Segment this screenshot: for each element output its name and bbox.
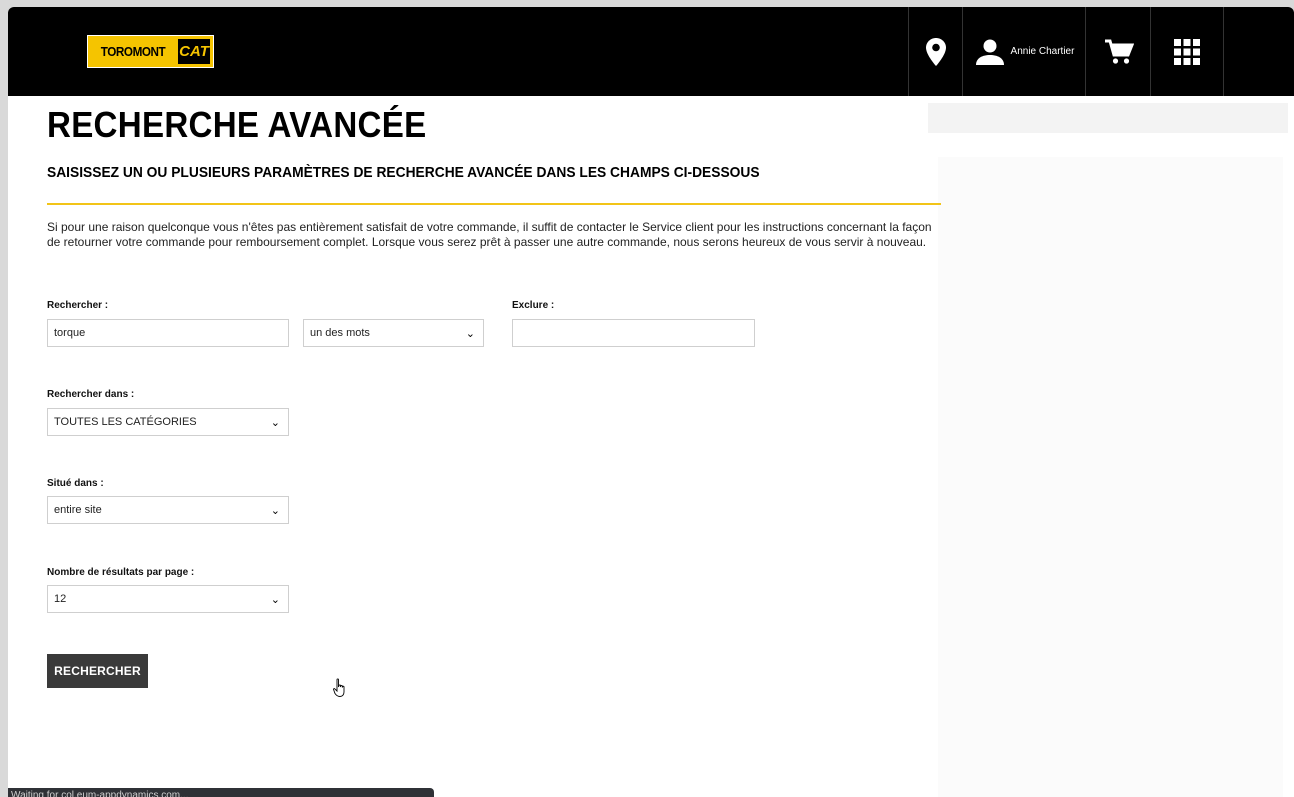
chevron-down-icon: ⌄: [270, 416, 280, 429]
yellow-divider: [47, 203, 941, 205]
located-in-select[interactable]: entire site ⌄: [47, 496, 289, 524]
account-button[interactable]: Annie Chartier: [962, 7, 1086, 96]
results-per-page-select[interactable]: 12 ⌄: [47, 585, 289, 613]
exclude-label: Exclure :: [512, 300, 555, 311]
user-icon: [975, 39, 1004, 65]
hand-pointer-cursor-icon: [333, 678, 345, 697]
background-panel: [938, 157, 1283, 797]
cart-icon: [1104, 39, 1134, 64]
search-in-label: Rechercher dans :: [47, 389, 135, 400]
located-in-label: Situé dans :: [47, 478, 104, 489]
logo-cat-text: CAT: [178, 39, 210, 64]
cart-button[interactable]: [1085, 7, 1151, 96]
browser-status-bar: Waiting for col.eum-appdynamics.com...: [8, 788, 434, 797]
results-per-page-value: 12: [54, 593, 67, 605]
location-button[interactable]: [908, 7, 963, 96]
user-name: Annie Chartier: [1010, 46, 1075, 57]
exclude-input[interactable]: [512, 319, 755, 347]
results-per-page-label: Nombre de résultats par page :: [47, 567, 195, 578]
background-banner: [928, 103, 1288, 133]
page-title: RECHERCHE AVANCÉE: [47, 104, 427, 145]
apps-grid-icon: [1174, 38, 1200, 65]
page-subtitle: SAISISSEZ UN OU PLUSIEURS PARAMÈTRES DE …: [47, 164, 760, 181]
browser-window: TOROMONT CAT Annie Chartier RECHERCHE AV…: [8, 7, 1294, 797]
chevron-down-icon: ⌄: [270, 504, 280, 517]
logo-toromont-text: TOROMONT: [100, 44, 166, 59]
intro-paragraph: Si pour une raison quelconque vous n'ête…: [47, 220, 932, 249]
location-pin-icon: [926, 37, 946, 66]
apps-menu-button[interactable]: [1150, 7, 1224, 96]
search-input[interactable]: torque: [47, 319, 289, 347]
top-navigation-bar: TOROMONT CAT Annie Chartier: [8, 7, 1294, 96]
match-mode-value: un des mots: [310, 327, 370, 339]
search-input-value: torque: [54, 327, 86, 339]
match-mode-select[interactable]: un des mots ⌄: [303, 319, 484, 347]
search-in-value: TOUTES LES CATÉGORIES: [54, 416, 197, 428]
chevron-down-icon: ⌄: [270, 593, 280, 606]
search-in-select[interactable]: TOUTES LES CATÉGORIES ⌄: [47, 408, 289, 436]
search-label: Rechercher :: [47, 300, 109, 311]
search-submit-button[interactable]: RECHERCHER: [47, 654, 148, 688]
located-in-value: entire site: [54, 504, 102, 516]
chevron-down-icon: ⌄: [465, 327, 475, 340]
toromont-cat-logo[interactable]: TOROMONT CAT: [87, 35, 214, 68]
